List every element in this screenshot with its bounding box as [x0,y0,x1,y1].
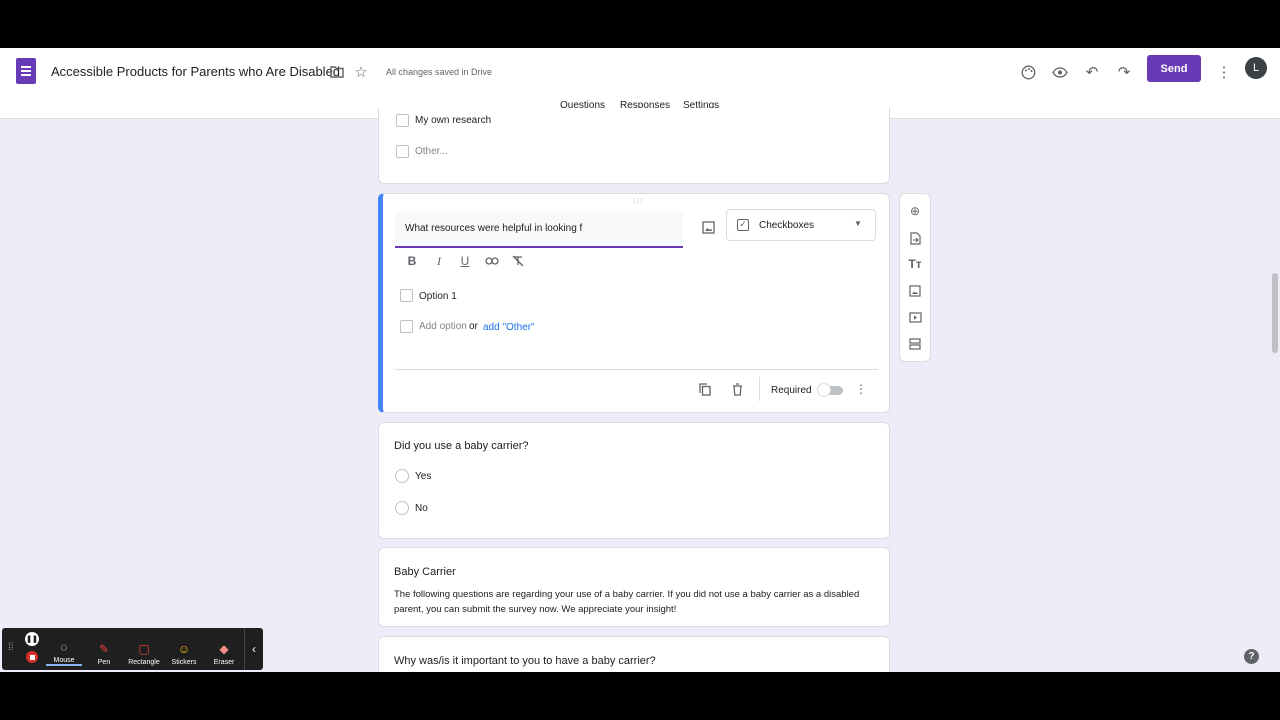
star-icon[interactable]: ☆ [349,60,373,84]
or-label: or [469,321,478,332]
screen-recorder-toolbar: ⁞⁞ ❚❚ ◌ Mouse ✎ Pen ▢ Rectangle ☺ Stickers ◆… [2,628,263,670]
option-label[interactable]: Option 1 [419,291,457,302]
drag-handle-icon[interactable]: ⁞⁞ [8,642,14,653]
recorder-tool-pen[interactable]: ✎ Pen [86,632,122,666]
delete-icon[interactable] [728,380,746,398]
option-label: Other... [415,146,448,157]
question-title: Why was/is it important to you to have a… [394,655,656,667]
divider [395,369,878,370]
send-button[interactable]: Send [1147,55,1201,82]
pen-icon: ✎ [98,642,110,656]
option-label: My own research [415,115,492,126]
eraser-icon: ◆ [219,642,229,656]
redo-icon[interactable]: ↷ [1112,60,1136,84]
checkbox [400,320,413,333]
question-card-baby-carrier[interactable]: Did you use a baby carrier? Yes No [378,422,890,539]
recorder-tool-rectangle[interactable]: ▢ Rectangle [126,632,162,666]
forms-editor: Accessible Products for Parents who Are … [0,48,1280,672]
add-title-icon[interactable]: Tт [906,255,924,273]
undo-icon[interactable]: ↶ [1080,60,1104,84]
required-label: Required [771,385,812,396]
add-video-icon[interactable] [906,308,924,326]
question-title: Did you use a baby carrier? [394,440,529,452]
section-description: The following questions are regarding yo… [394,589,860,615]
add-section-icon[interactable] [906,335,924,353]
rectangle-icon: ▢ [138,642,150,656]
bold-icon[interactable]: B [403,252,421,270]
sticker-icon: ☺ [177,642,191,656]
add-image-icon[interactable] [699,218,717,236]
pause-icon[interactable]: ❚❚ [25,632,39,646]
dropdown-arrow-icon: ▼ [854,219,862,228]
question-title-input[interactable]: What resources were helpful in looking f [395,211,683,248]
form-title[interactable]: Accessible Products for Parents who Are … [51,64,340,79]
option-label: Yes [415,471,432,482]
section-card-baby-carrier[interactable]: Baby Carrier The following questions are… [378,547,890,627]
clear-formatting-icon[interactable] [509,252,527,270]
radio-button[interactable] [395,501,409,515]
avatar[interactable]: L [1245,57,1267,79]
preview-eye-icon[interactable] [1048,60,1072,84]
section-title: Baby Carrier [394,566,456,578]
recorder-tool-stickers[interactable]: ☺ Stickers [166,632,202,666]
add-image-icon[interactable] [906,282,924,300]
more-vert-icon[interactable]: ⋮ [852,380,870,398]
add-option-button[interactable]: Add option [419,321,467,332]
help-icon[interactable]: ? [1244,649,1259,664]
question-card-active[interactable]: ⁝⁝⁝ What resources were helpful in looki… [378,193,890,413]
stop-icon[interactable] [26,651,38,663]
palette-icon[interactable] [1016,60,1040,84]
import-questions-icon[interactable] [906,229,924,247]
required-toggle[interactable] [817,383,843,397]
duplicate-icon[interactable] [696,380,714,398]
add-other-link[interactable]: add "Other" [483,322,535,333]
radio-button[interactable] [395,469,409,483]
recorder-tool-mouse[interactable]: ◌ Mouse [46,632,82,666]
link-icon[interactable] [483,252,501,270]
drag-handle-icon[interactable]: ⁝⁝⁝ [633,197,644,206]
question-type-label: Checkboxes [759,220,815,231]
question-type-select[interactable]: ✓ Checkboxes ▼ [726,209,876,241]
option-label: No [415,503,428,514]
checkbox[interactable] [400,289,413,302]
save-status: All changes saved in Drive [386,67,493,77]
mouse-icon: ◌ [60,640,68,654]
checkbox-type-icon: ✓ [737,219,749,231]
underline-icon[interactable]: U [456,252,474,270]
divider [759,377,760,401]
checkbox[interactable] [396,114,409,127]
recorder-tool-eraser[interactable]: ◆ Eraser [206,632,242,666]
folder-icon[interactable] [325,60,349,84]
collapse-chevron-icon[interactable]: ‹ [244,628,263,670]
question-card-next[interactable]: Why was/is it important to you to have a… [378,636,890,672]
scrollbar-thumb[interactable] [1272,273,1278,353]
question-card-previous[interactable]: My own research Other... [378,108,890,184]
more-vert-icon[interactable]: ⋮ [1212,60,1236,84]
italic-icon[interactable]: I [430,252,448,270]
checkbox[interactable] [396,145,409,158]
side-toolbar: ⊕ Tт [899,193,931,362]
add-question-icon[interactable]: ⊕ [906,202,924,220]
forms-logo-icon[interactable] [16,58,36,84]
